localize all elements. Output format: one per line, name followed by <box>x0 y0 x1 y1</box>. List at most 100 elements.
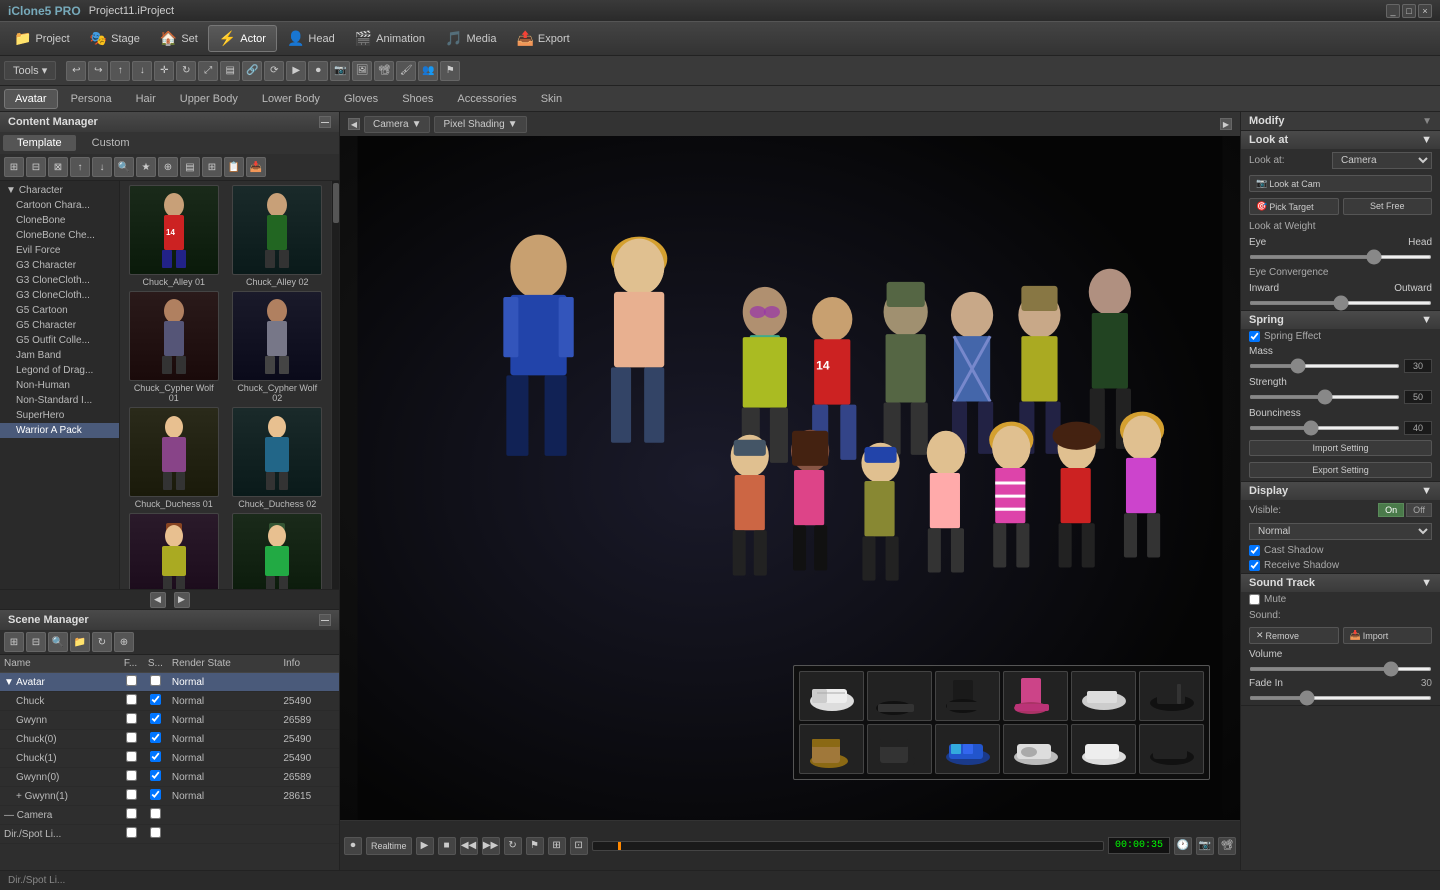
shading-selector[interactable]: Pixel Shading ▼ <box>434 116 526 133</box>
scene-tool-3[interactable]: 🔍 <box>48 632 68 652</box>
volume-slider[interactable] <box>1249 667 1432 671</box>
timeline-next-button[interactable]: ▶▶ <box>482 837 500 855</box>
row-s[interactable] <box>144 806 168 825</box>
shoe-item[interactable] <box>1003 671 1068 721</box>
minimize-button[interactable]: _ <box>1386 4 1400 18</box>
timeline-play-button[interactable]: ▶ <box>416 837 434 855</box>
nav-set[interactable]: 🏠 Set <box>150 26 208 51</box>
timeline-track[interactable] <box>592 841 1104 851</box>
refresh-button[interactable]: ⟳ <box>264 61 284 81</box>
tab-upper-body[interactable]: Upper Body <box>169 89 249 109</box>
tab-custom[interactable]: Custom <box>78 135 144 151</box>
content-scrollbar[interactable] <box>331 181 339 589</box>
shoe-item[interactable] <box>1139 724 1204 774</box>
row-f[interactable] <box>120 768 144 787</box>
content-tool-2[interactable]: ⊟ <box>26 157 46 177</box>
timeline-extra1-button[interactable]: ⚑ <box>526 837 544 855</box>
tree-g3-character[interactable]: G3 Character <box>0 258 119 273</box>
content-tool-9[interactable]: ▤ <box>180 157 200 177</box>
tab-persona[interactable]: Persona <box>60 89 123 109</box>
timeline-extra2-button[interactable]: ⊞ <box>548 837 566 855</box>
shoe-item[interactable] <box>867 724 932 774</box>
content-manager-collapse[interactable]: — <box>319 116 331 128</box>
undo-button[interactable]: ↩ <box>66 61 86 81</box>
row-f[interactable] <box>120 806 144 825</box>
tab-template[interactable]: Template <box>3 135 76 151</box>
scale-button[interactable]: ⤢ <box>198 61 218 81</box>
tree-warrior-pack[interactable]: Warrior A Pack <box>0 423 119 438</box>
set-free-button[interactable]: Set Free <box>1343 198 1433 215</box>
grid-item-chuck-duchess-01[interactable]: Chuck_Duchess 01 <box>124 407 224 509</box>
shoe-item[interactable] <box>867 671 932 721</box>
table-row[interactable]: Chuck Normal 25490 <box>0 692 339 711</box>
row-s[interactable] <box>144 730 168 749</box>
tab-hair[interactable]: Hair <box>125 89 167 109</box>
row-f[interactable] <box>120 730 144 749</box>
tree-non-human[interactable]: Non-Human <box>0 378 119 393</box>
spring-effect-checkbox[interactable] <box>1249 331 1260 342</box>
nav-head[interactable]: 👤 Head <box>277 26 345 51</box>
viewport-collapse-right[interactable]: ▶ <box>1220 118 1232 130</box>
people-button[interactable]: 👥 <box>418 61 438 81</box>
content-tool-6[interactable]: 🔍 <box>114 157 134 177</box>
timeline-record-button[interactable]: ⏺ <box>344 837 362 855</box>
timeline-loop-button[interactable]: ↻ <box>504 837 522 855</box>
timeline-clock-button[interactable]: 🕐 <box>1174 837 1192 855</box>
mass-slider[interactable] <box>1249 364 1400 368</box>
tree-clonebone-che[interactable]: CloneBone Che... <box>0 228 119 243</box>
tree-cartoon-chara[interactable]: Cartoon Chara... <box>0 198 119 213</box>
receive-shadow-checkbox[interactable] <box>1249 560 1260 571</box>
viewport-collapse-left[interactable]: ◀ <box>348 118 360 130</box>
bounciness-slider[interactable] <box>1249 426 1400 430</box>
visible-off-button[interactable]: Off <box>1406 503 1432 517</box>
eye-head-slider[interactable] <box>1249 255 1432 259</box>
shoe-item[interactable] <box>935 724 1000 774</box>
tree-g3-clonecloth2[interactable]: G3 CloneCloth... <box>0 288 119 303</box>
nav-project[interactable]: 📁 Project <box>4 26 80 51</box>
row-s[interactable] <box>144 711 168 730</box>
table-row[interactable]: Gwynn(0) Normal 26589 <box>0 768 339 787</box>
row-f[interactable] <box>120 673 144 692</box>
timeline-realtime-button[interactable]: Realtime <box>366 837 412 855</box>
grid-item-chuck-duchess-02[interactable]: Chuck_Duchess 02 <box>228 407 328 509</box>
row-f[interactable] <box>120 787 144 806</box>
strength-slider[interactable] <box>1249 395 1400 399</box>
move-button[interactable]: ✛ <box>154 61 174 81</box>
scene-tool-6[interactable]: ⊕ <box>114 632 134 652</box>
tree-jam-band[interactable]: Jam Band <box>0 348 119 363</box>
tab-lower-body[interactable]: Lower Body <box>251 89 331 109</box>
content-tool-5[interactable]: ↓ <box>92 157 112 177</box>
scene-tool-5[interactable]: ↻ <box>92 632 112 652</box>
import-sound-button[interactable]: 📥 Import <box>1343 627 1433 644</box>
inward-outward-slider[interactable] <box>1249 301 1432 305</box>
grid-item-chuck-shygirl-01[interactable]: Chuck_Shygirl 01 <box>124 513 224 589</box>
paint-button[interactable]: 🖌 <box>396 61 416 81</box>
tab-accessories[interactable]: Accessories <box>446 89 527 109</box>
remove-sound-button[interactable]: ✕ Remove <box>1249 627 1339 644</box>
tree-legond[interactable]: Legond of Drag... <box>0 363 119 378</box>
play-button[interactable]: ▶ <box>286 61 306 81</box>
row-s[interactable] <box>144 673 168 692</box>
video-button[interactable]: 📽 <box>374 61 394 81</box>
content-tool-8[interactable]: ⊕ <box>158 157 178 177</box>
table-row[interactable]: Chuck(1) Normal 25490 <box>0 749 339 768</box>
scene-tool-4[interactable]: 📁 <box>70 632 90 652</box>
pick-target-button[interactable]: 🎯 Pick Target <box>1249 198 1339 215</box>
look-at-cam-button[interactable]: 📷 Look at Cam <box>1249 175 1432 192</box>
flag-button[interactable]: ⚑ <box>440 61 460 81</box>
shoe-item[interactable] <box>799 724 864 774</box>
import-setting-button[interactable]: Import Setting <box>1249 440 1432 456</box>
grid-item-chuck-alley-02[interactable]: Chuck_Alley 02 <box>228 185 328 287</box>
tab-avatar[interactable]: Avatar <box>4 89 58 109</box>
tab-skin[interactable]: Skin <box>530 89 573 109</box>
grid-item-chuck-alley-01[interactable]: 14 Chuck_Alley 01 <box>124 185 224 287</box>
tab-gloves[interactable]: Gloves <box>333 89 389 109</box>
nav-export[interactable]: 📤 Export <box>506 26 579 51</box>
timeline-video-button[interactable]: 📽 <box>1218 837 1236 855</box>
shoe-item[interactable] <box>1139 671 1204 721</box>
table-row[interactable]: ▼ Avatar Normal <box>0 673 339 692</box>
row-f[interactable] <box>120 711 144 730</box>
content-tool-11[interactable]: 📋 <box>224 157 244 177</box>
row-s[interactable] <box>144 787 168 806</box>
tree-non-standard[interactable]: Non-Standard I... <box>0 393 119 408</box>
